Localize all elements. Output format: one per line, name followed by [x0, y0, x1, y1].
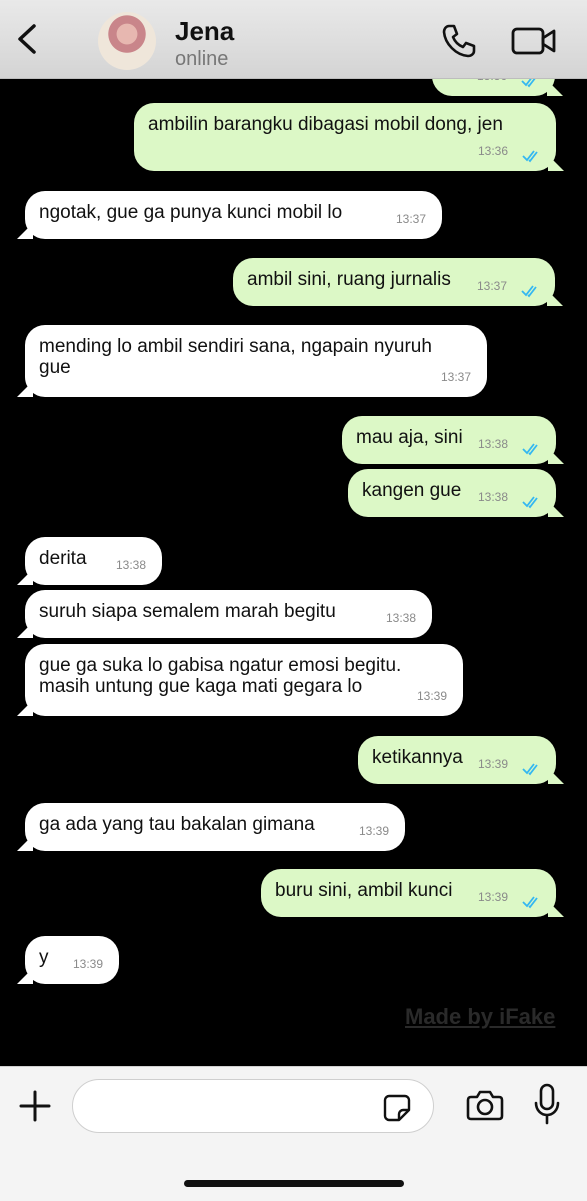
message-bubble-outgoing[interactable]: ketikannya 13:39 [358, 736, 564, 784]
message-time: 13:38 [115, 558, 146, 572]
contact-status: online [175, 48, 229, 70]
message-time: 13:39 [358, 824, 389, 838]
double-check-icon [522, 443, 538, 456]
message-time: 13:39 [477, 890, 508, 904]
message-text: gue ga suka lo gabisa ngatur emosi begit… [39, 655, 402, 697]
message-text: derita [39, 548, 87, 569]
message-bubble-outgoing[interactable]: ambilin barangku dibagasi mobil dong, je… [134, 103, 564, 171]
plus-icon[interactable] [18, 1089, 52, 1123]
camera-icon[interactable] [466, 1087, 504, 1123]
microphone-icon[interactable] [533, 1083, 561, 1125]
message-text: buru sini, ambil kunci [275, 880, 453, 901]
back-arrow-icon[interactable] [10, 18, 46, 60]
message-text: ngotak, gue ga punya kunci mobil lo [39, 202, 343, 223]
message-time: 13:37 [395, 212, 426, 226]
message-text: suruh siapa semalem marah begitu [39, 601, 336, 622]
message-bubble-outgoing[interactable]: mau aja, sini 13:38 [342, 416, 564, 464]
avatar[interactable] [98, 12, 156, 70]
message-bubble-incoming[interactable]: ngotak, gue ga punya kunci mobil lo 13:3… [17, 191, 442, 239]
message-bubble-incoming[interactable]: suruh siapa semalem marah begitu 13:38 [17, 590, 432, 638]
message-input[interactable] [72, 1079, 434, 1133]
message-text: kangen gue [362, 480, 462, 501]
message-time: 13:39 [477, 757, 508, 771]
message-time: 13:38 [477, 437, 508, 451]
message-bubble-outgoing[interactable]: buru sini, ambil kunci 13:39 [261, 869, 564, 917]
message-text: mau aja, sini [356, 427, 463, 448]
chat-header: Jena online [0, 0, 587, 79]
double-check-icon [522, 496, 538, 509]
message-text: ga ada yang tau bakalan gimana [39, 814, 315, 835]
message-time: 13:38 [385, 611, 416, 625]
message-time: 13:39 [72, 957, 103, 971]
double-check-icon [522, 763, 538, 776]
double-check-icon [522, 896, 538, 909]
message-text: ambilin barangku dibagasi mobil dong, je… [148, 114, 503, 135]
message-bubble-incoming[interactable]: gue ga suka lo gabisa ngatur emosi begit… [17, 644, 463, 716]
video-camera-icon[interactable] [510, 24, 558, 58]
double-check-icon [521, 285, 537, 298]
message-bubble-incoming[interactable]: y 13:39 [17, 936, 119, 984]
sticker-icon[interactable] [382, 1093, 412, 1123]
message-time: 13:39 [416, 689, 447, 703]
message-bubble-outgoing[interactable]: kangen gue 13:38 [348, 469, 564, 517]
message-text: y [39, 947, 49, 968]
message-bubble-incoming[interactable]: ga ada yang tau bakalan gimana 13:39 [17, 803, 405, 851]
message-text: ketikannya [372, 747, 463, 768]
home-indicator [184, 1180, 404, 1187]
message-time: 13:37 [440, 370, 471, 384]
phone-icon[interactable] [440, 22, 478, 60]
watermark-link[interactable]: Made by iFake [405, 1004, 555, 1030]
message-time: 13:36 [477, 144, 508, 158]
double-check-icon [522, 150, 538, 163]
message-bubble-incoming[interactable]: derita 13:38 [17, 537, 162, 585]
message-time: 13:38 [477, 490, 508, 504]
message-text: mending lo ambil sendiri sana, ngapain n… [39, 336, 432, 378]
message-bubble-outgoing[interactable]: ambil sini, ruang jurnalis 13:37 [233, 258, 563, 306]
message-time: 13:37 [476, 279, 507, 293]
contact-name[interactable]: Jena [175, 16, 234, 47]
message-text: ambil sini, ruang jurnalis [247, 269, 451, 290]
message-bubble-incoming[interactable]: mending lo ambil sendiri sana, ngapain n… [17, 325, 487, 397]
